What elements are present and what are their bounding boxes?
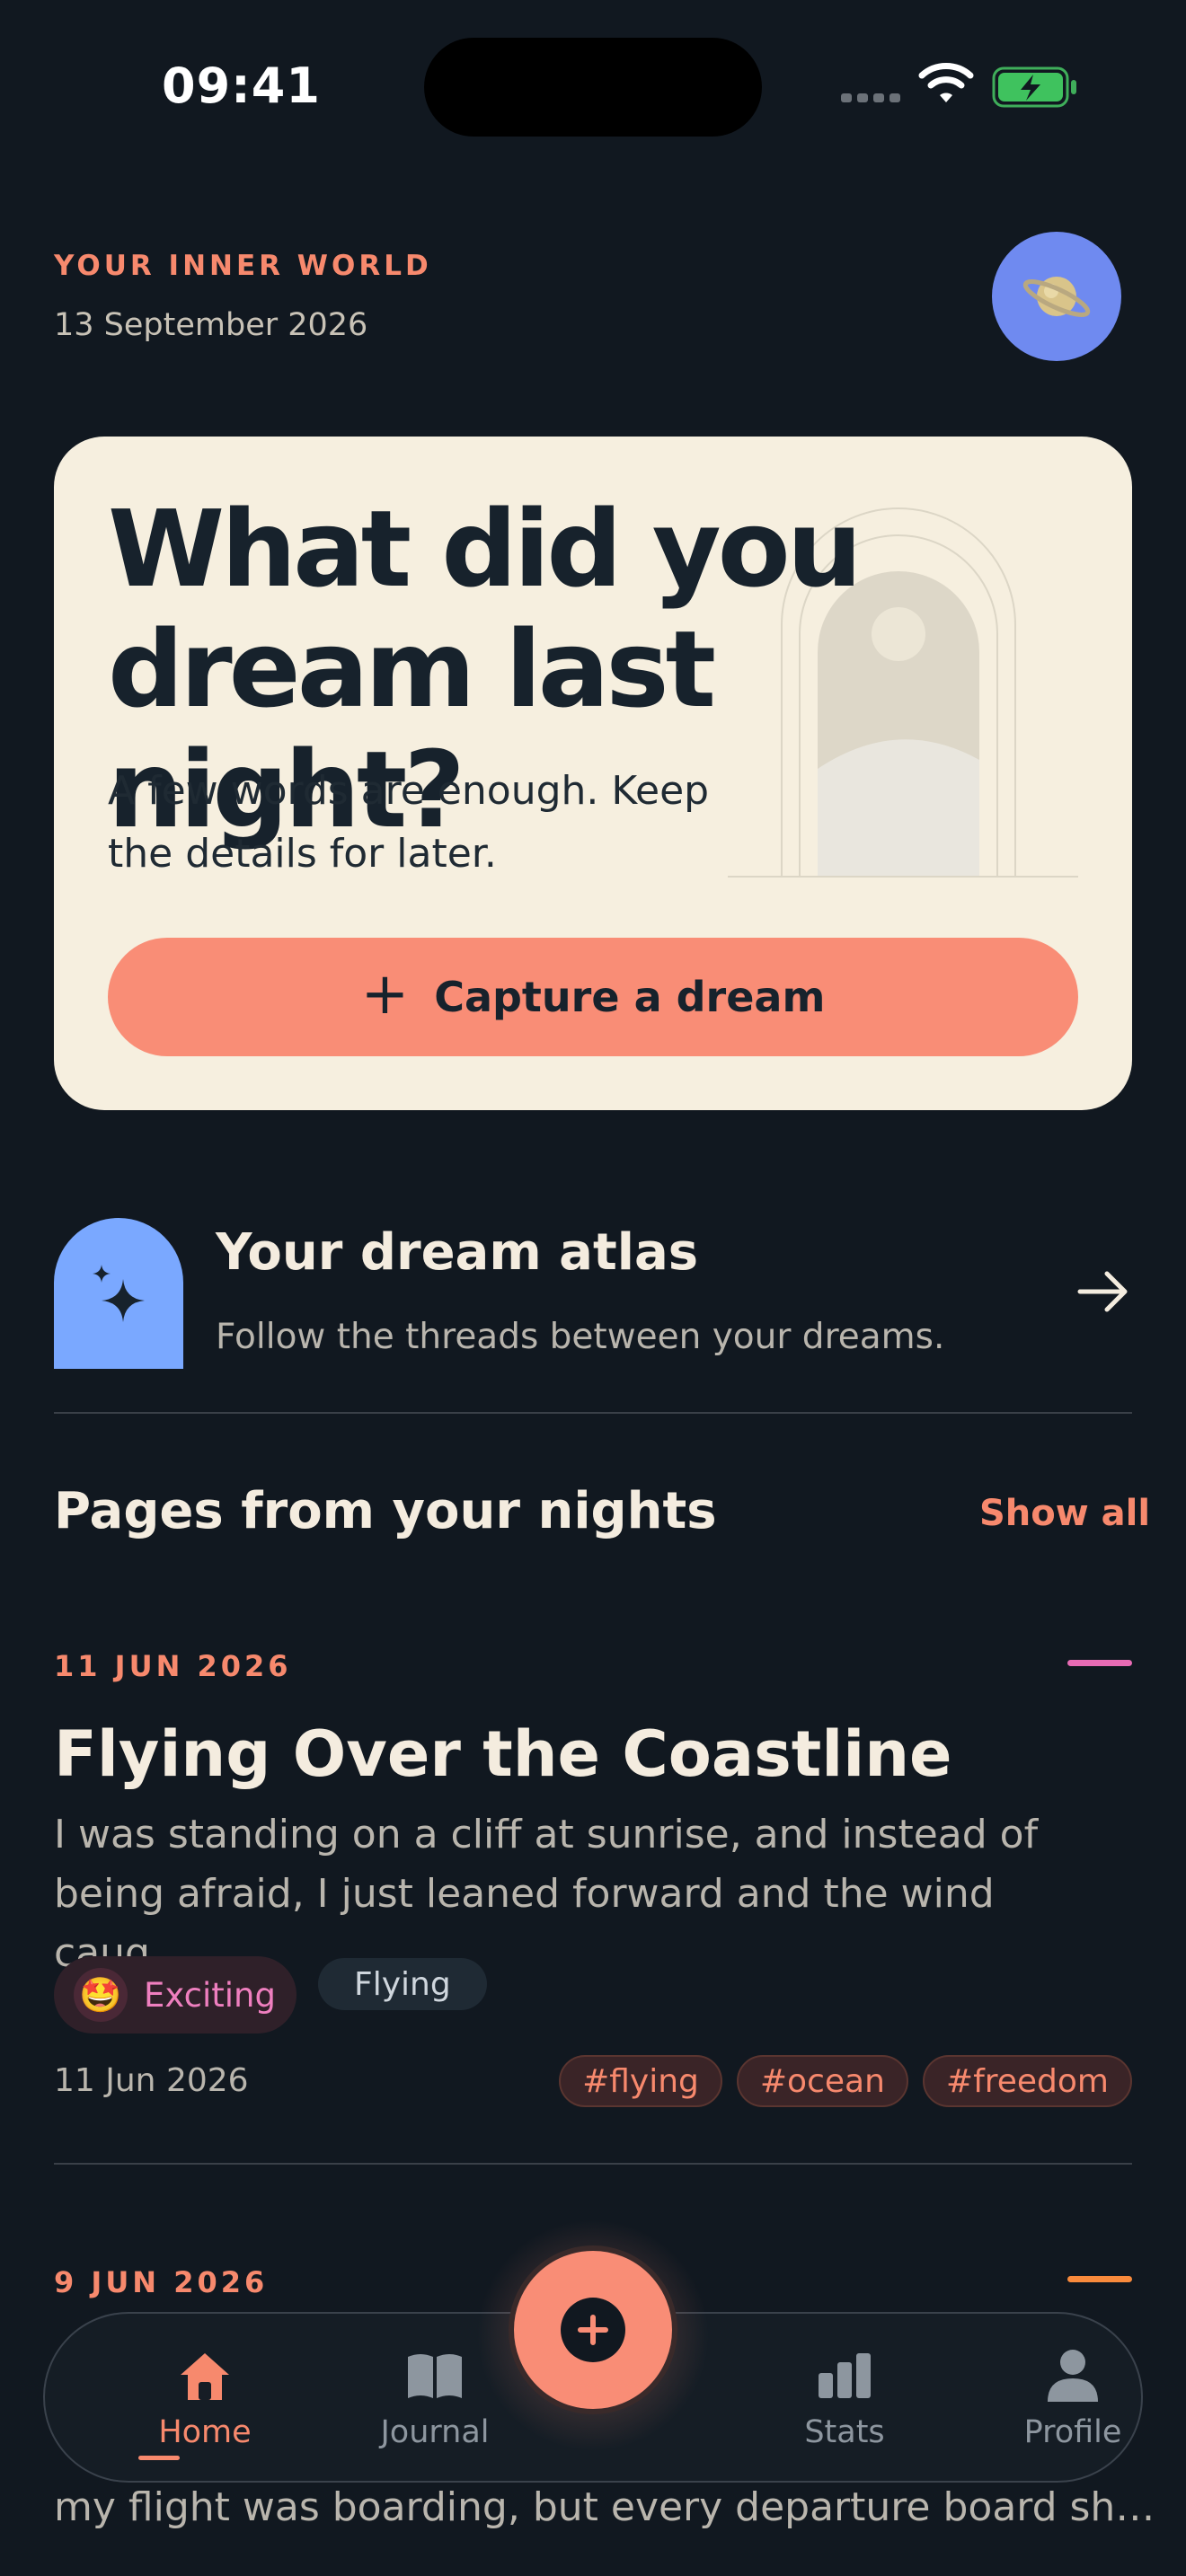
person-icon	[1048, 2350, 1098, 2402]
avatar[interactable]	[992, 232, 1121, 361]
entry-excerpt: my flight was boarding, but every depart…	[54, 2484, 1155, 2530]
star-struck-emoji-icon: 🤩	[74, 1968, 128, 2022]
category-chip[interactable]: Flying	[318, 1958, 487, 2010]
tag-list: #flying #ocean #freedom	[559, 2055, 1132, 2107]
capture-dream-button[interactable]: + Capture a dream	[108, 938, 1078, 1056]
section-title: Pages from your nights	[54, 1482, 717, 1540]
divider	[54, 1412, 1132, 1414]
hero-subtitle: A few words are enough. Keep the details…	[108, 768, 710, 877]
active-tab-indicator	[138, 2456, 180, 2460]
section-eyebrow: YOUR INNER WORLD	[54, 250, 432, 282]
arrow-right-icon[interactable]	[1075, 1266, 1132, 1317]
plus-icon: +	[360, 961, 410, 1028]
nav-profile[interactable]: Profile	[983, 2344, 1163, 2450]
capture-dream-label: Capture a dream	[434, 973, 826, 1021]
bar-chart-icon	[819, 2353, 871, 2398]
status-time: 09:41	[162, 57, 321, 114]
mood-accent-bar	[1067, 1660, 1132, 1666]
nav-stats[interactable]: Stats	[755, 2344, 934, 2450]
cellular-signal-icon	[841, 93, 900, 102]
atlas-tile[interactable]	[54, 1218, 183, 1369]
tag-chip[interactable]: #flying	[559, 2055, 722, 2107]
show-all-link[interactable]: Show all	[979, 1493, 1150, 1534]
atlas-description: Follow the threads between your dreams.	[216, 1317, 945, 1357]
nav-label: Home	[158, 2414, 252, 2450]
plus-circle-icon	[561, 2298, 625, 2362]
sparkles-icon	[93, 1265, 145, 1322]
tag-chip[interactable]: #ocean	[736, 2055, 908, 2107]
add-dream-fab[interactable]	[509, 2245, 677, 2414]
entry-title[interactable]: Flying Over the Coastline	[54, 1717, 952, 1791]
nav-label: Stats	[804, 2414, 885, 2450]
nav-label: Journal	[380, 2414, 490, 2450]
wifi-icon	[918, 63, 974, 102]
nav-home[interactable]: Home	[115, 2344, 295, 2450]
current-date: 13 September 2026	[54, 307, 368, 343]
mood-accent-bar	[1067, 2276, 1132, 2282]
mood-chip[interactable]: 🤩 Exciting	[54, 1956, 296, 2033]
entry-date-label: 11 JUN 2026	[54, 1649, 292, 1683]
battery-charging-icon	[992, 66, 1076, 108]
home-icon	[181, 2353, 229, 2400]
tag-chip[interactable]: #freedom	[922, 2055, 1132, 2107]
hero-card: What did you dream last night? A few wor…	[54, 437, 1132, 1110]
planet-icon	[1022, 277, 1091, 317]
divider	[54, 2163, 1132, 2165]
entry-date: 11 Jun 2026	[54, 2062, 249, 2099]
book-icon	[408, 2354, 462, 2398]
nav-label: Profile	[1023, 2414, 1122, 2450]
atlas-title[interactable]: Your dream atlas	[216, 1223, 698, 1282]
entry-date-label: 9 JUN 2026	[54, 2265, 269, 2299]
dynamic-island	[424, 38, 762, 137]
mood-label: Exciting	[144, 1975, 276, 2015]
